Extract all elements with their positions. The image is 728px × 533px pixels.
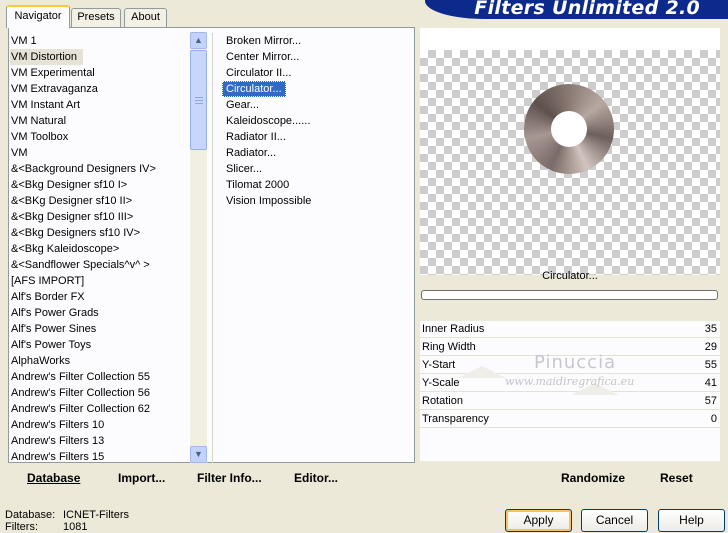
cancel-button[interactable]: Cancel	[581, 509, 648, 532]
category-item[interactable]: &<Bkg Designer sf10 III>	[10, 209, 186, 225]
category-item[interactable]: Andrew's Filter Collection 62	[10, 401, 186, 417]
param-value[interactable]: 57	[705, 393, 717, 409]
category-item[interactable]: VM Experimental	[10, 65, 186, 81]
progress-bar	[421, 290, 718, 300]
category-item[interactable]: Andrew's Filter Collection 55	[10, 369, 186, 385]
footer-info: Database: ICNET-Filters Filters: 1081	[5, 509, 129, 533]
filter-info-label: Filter Info...	[197, 471, 262, 485]
footer-filters-label: Filters:	[5, 521, 38, 533]
category-item[interactable]: &<Bkg Designer sf10 I>	[10, 177, 186, 193]
param-name: Rotation	[422, 395, 463, 407]
tab-presets[interactable]: Presets	[71, 8, 121, 27]
database-button[interactable]: Database	[27, 471, 80, 485]
category-item[interactable]: AlphaWorks	[10, 353, 186, 369]
scroll-down-arrow-icon[interactable]: ▼	[190, 446, 207, 463]
category-item[interactable]: VM Distortion	[10, 49, 84, 65]
category-item[interactable]: Andrew's Filters 13	[10, 433, 186, 449]
randomize-label: Randomize	[561, 471, 626, 485]
footer-database-value: ICNET-Filters	[63, 509, 129, 521]
filter-info-button[interactable]: Filter Info...	[197, 471, 262, 485]
param-value[interactable]: 35	[705, 321, 717, 337]
param-value[interactable]: 29	[705, 339, 717, 355]
category-item[interactable]: Andrew's Filters 10	[10, 417, 186, 433]
tab-navigator[interactable]: Navigator	[6, 5, 70, 28]
filter-item[interactable]: Slicer...	[222, 161, 412, 177]
footer-database-label: Database:	[5, 509, 56, 521]
filter-item[interactable]: Center Mirror...	[222, 49, 412, 65]
param-row[interactable]: Transparency 0	[420, 411, 720, 428]
category-item[interactable]: &<Bkg Kaleidoscope>	[10, 241, 186, 257]
watermark-url: www.maidiregrafica.eu	[505, 375, 635, 388]
param-name: Inner Radius	[422, 323, 485, 335]
footer-filters-value: 1081	[63, 521, 88, 533]
category-item[interactable]: Andrew's Filter Collection 56	[10, 385, 186, 401]
category-item[interactable]: &<Bkg Designers sf10 IV>	[10, 225, 186, 241]
category-item[interactable]: Alf's Power Toys	[10, 337, 186, 353]
category-item[interactable]: [AFS IMPORT]	[10, 273, 186, 289]
watermark-name: Pinuccia	[534, 352, 617, 373]
category-item[interactable]: &<Sandflower Specials^v^ >	[10, 257, 186, 273]
filter-item[interactable]: Tilomat 2000	[222, 177, 412, 193]
category-item[interactable]: Alf's Border FX	[10, 289, 186, 305]
editor-label: Editor...	[294, 471, 339, 485]
param-value[interactable]: 55	[705, 357, 717, 373]
filter-item[interactable]: Kaleidoscope......	[222, 113, 412, 129]
category-item[interactable]: VM Extravaganza	[10, 81, 186, 97]
brand-title: Filters Unlimited 2.0	[425, 0, 728, 19]
preview-button-bar: Randomize Reset	[420, 463, 720, 491]
filter-item[interactable]: Circulator...	[222, 81, 286, 97]
import-button[interactable]: Import...	[118, 471, 165, 485]
preview-ring-hole	[551, 111, 587, 147]
param-row[interactable]: Rotation 57	[420, 393, 720, 410]
category-item[interactable]: VM	[10, 145, 186, 161]
filter-list[interactable]: Broken Mirror... Center Mirror... Circulat…	[222, 33, 412, 209]
category-item[interactable]: VM Natural	[10, 113, 186, 129]
category-item[interactable]: Alf's Power Sines	[10, 321, 186, 337]
filter-item[interactable]: Radiator II...	[222, 129, 412, 145]
param-name: Y-Start	[422, 359, 456, 371]
category-item[interactable]: &<BKg Designer sf10 II>	[10, 193, 186, 209]
reset-label: Reset	[660, 471, 693, 485]
category-scrollbar[interactable]: ▲ ▼	[190, 32, 207, 463]
category-item[interactable]: VM Toolbox	[10, 129, 186, 145]
filter-item[interactable]: Broken Mirror...	[222, 33, 412, 49]
scrollbar-thumb[interactable]	[190, 50, 207, 150]
database-label: Database	[27, 471, 81, 485]
scroll-up-arrow-icon[interactable]: ▲	[190, 32, 207, 49]
list-divider	[212, 33, 213, 463]
preview-filter-title: Circulator...	[542, 270, 598, 282]
apply-button[interactable]: Apply	[505, 509, 572, 532]
reset-button[interactable]: Reset	[660, 471, 693, 485]
editor-button[interactable]: Editor...	[294, 471, 338, 485]
filter-item[interactable]: Radiator...	[222, 145, 412, 161]
parameter-list: Inner Radius 35 Ring Width 29 Y-Start 55 Y-Sca…	[420, 321, 720, 461]
randomize-button[interactable]: Randomize	[561, 471, 625, 485]
param-row[interactable]: Inner Radius 35	[420, 321, 720, 338]
panel-button-bar: Database Import... Filter Info... Editor…	[9, 463, 415, 491]
category-item[interactable]: VM Instant Art	[10, 97, 186, 113]
param-name: Y-Scale	[422, 377, 460, 389]
import-label: Import...	[118, 471, 166, 485]
param-name: Transparency	[422, 413, 489, 425]
param-value[interactable]: 41	[705, 375, 717, 391]
category-item[interactable]: &<Background Designers IV>	[10, 161, 186, 177]
help-button[interactable]: Help	[658, 509, 725, 532]
category-list[interactable]: VM 1 VM Distortion VM Experimental VM Extra…	[10, 33, 186, 463]
category-item[interactable]: Andrew's Filters 15	[10, 449, 186, 463]
filter-item[interactable]: Gear...	[222, 97, 412, 113]
preview-area	[420, 28, 720, 275]
category-item[interactable]: Alf's Power Grads	[10, 305, 186, 321]
watermark-arrow-left	[458, 366, 506, 378]
tab-about[interactable]: About	[124, 8, 167, 27]
param-name: Ring Width	[422, 341, 476, 353]
filter-item[interactable]: Circulator II...	[222, 65, 412, 81]
filter-item[interactable]: Vision Impossible	[222, 193, 412, 209]
param-value[interactable]: 0	[711, 411, 717, 427]
category-item[interactable]: VM 1	[10, 33, 186, 49]
